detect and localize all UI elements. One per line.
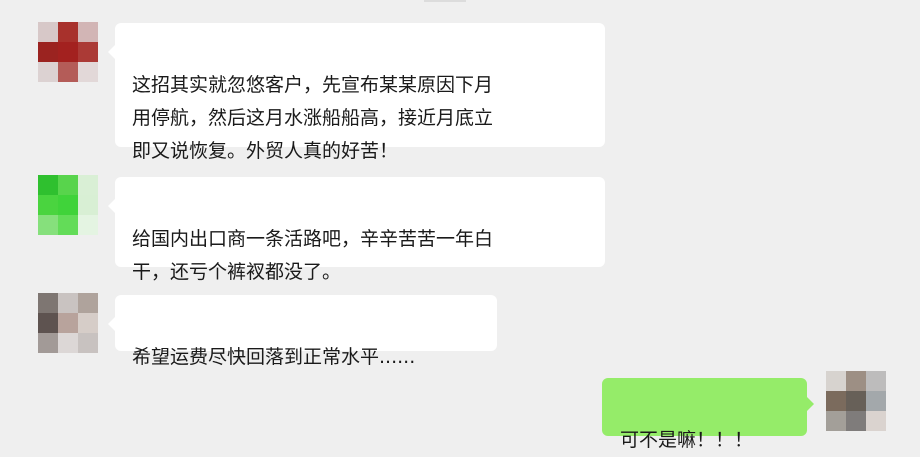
avatar-pixel <box>58 22 78 42</box>
avatar-pixel <box>38 42 58 62</box>
self-avatar[interactable] <box>826 371 886 431</box>
avatar-pixel <box>38 62 58 82</box>
message-bubble[interactable]: 希望运费尽快回落到正常水平...... <box>108 295 497 368</box>
top-divider <box>424 0 466 2</box>
message-bubble[interactable]: 这招其实就忽悠客户，先宣布某某原因下月 用停航，然后这月水涨船船高，接近月底立 … <box>108 23 605 162</box>
avatar-pixel <box>38 313 58 333</box>
contact-avatar[interactable] <box>38 22 98 82</box>
contact-avatar[interactable] <box>38 293 98 353</box>
avatar-pixel <box>58 42 78 62</box>
avatar-pixel <box>78 62 98 82</box>
message-text: 给国内出口商一条活路吧，辛辛苦苦一年白 干，还亏个裤衩都没了。 <box>132 228 494 283</box>
avatar-pixel <box>38 22 58 42</box>
avatar-pixel <box>78 293 98 313</box>
avatar-pixel <box>58 62 78 82</box>
avatar-pixel <box>826 411 846 431</box>
avatar-pixel <box>78 175 98 195</box>
avatar-pixel <box>866 371 886 391</box>
avatar-pixel <box>866 411 886 431</box>
avatar-pixel <box>38 333 58 353</box>
avatar-pixel <box>78 195 98 215</box>
avatar-pixel <box>846 391 866 411</box>
avatar-pixel <box>826 391 846 411</box>
avatar-pixel <box>78 333 98 353</box>
avatar-pixel <box>38 215 58 235</box>
avatar-pixel <box>58 333 78 353</box>
avatar-pixel <box>846 411 866 431</box>
avatar-pixel <box>866 391 886 411</box>
avatar-pixel <box>58 195 78 215</box>
message-text: 这招其实就忽悠客户，先宣布某某原因下月 用停航，然后这月水涨船船高，接近月底立 … <box>132 74 494 162</box>
avatar-pixel <box>846 371 866 391</box>
avatar-pixel <box>78 22 98 42</box>
avatar-pixel <box>58 215 78 235</box>
avatar-pixel <box>58 293 78 313</box>
avatar-pixel <box>826 371 846 391</box>
avatar-pixel <box>38 195 58 215</box>
avatar-pixel <box>78 313 98 333</box>
avatar-pixel <box>58 313 78 333</box>
avatar-pixel <box>78 42 98 62</box>
contact-avatar[interactable] <box>38 175 98 235</box>
avatar-pixel <box>78 215 98 235</box>
avatar-pixel <box>58 175 78 195</box>
message-text: 可不是嘛！！！ <box>620 429 754 451</box>
avatar-pixel <box>38 175 58 195</box>
avatar-pixel <box>38 293 58 313</box>
message-bubble[interactable]: 给国内出口商一条活路吧，辛辛苦苦一年白 干，还亏个裤衩都没了。 <box>108 177 605 283</box>
message-bubble-self[interactable]: 可不是嘛！！！ <box>602 378 814 451</box>
message-text: 希望运费尽快回落到正常水平...... <box>132 346 416 368</box>
